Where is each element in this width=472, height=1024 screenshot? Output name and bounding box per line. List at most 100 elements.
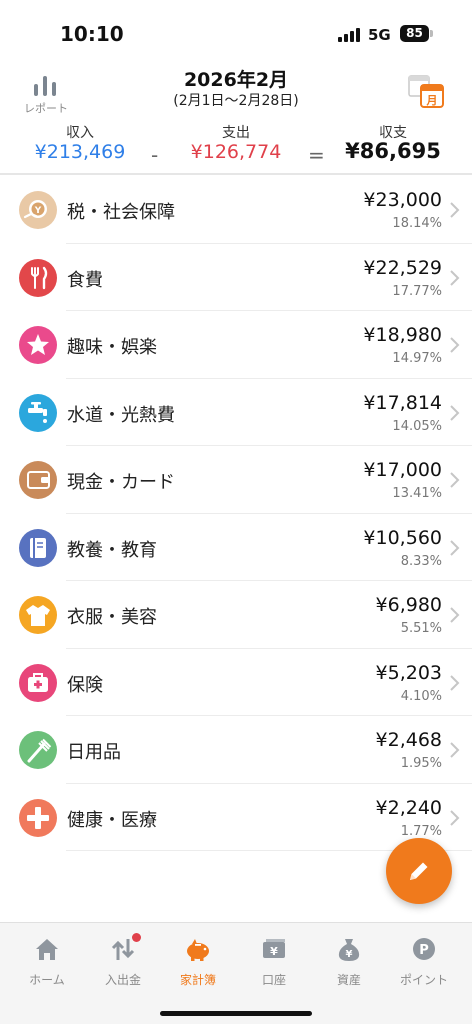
chevron-right-icon xyxy=(450,202,460,218)
faucet-icon xyxy=(19,393,57,432)
minus-sign: - xyxy=(151,143,159,167)
report-button[interactable]: レポート xyxy=(20,70,72,116)
report-label: レポート xyxy=(24,102,68,115)
chevron-right-icon xyxy=(450,337,460,353)
category-amount: ¥23,000 xyxy=(363,189,442,211)
tab-arrows-updown[interactable]: 入出金 xyxy=(85,931,161,991)
tab-point[interactable]: P ポイント xyxy=(386,931,462,991)
category-row[interactable]: 水道・光熱費 ¥17,814 14.05% xyxy=(0,379,472,447)
tab-bar: ホーム 入出金 家計簿 ¥ 口座 ¥ 資産 P ポイント xyxy=(0,922,472,1024)
category-percent: 13.41% xyxy=(392,486,442,501)
summary-divider xyxy=(0,173,472,175)
category-name: 現金・カード xyxy=(67,472,175,493)
category-row[interactable]: 現金・カード ¥17,000 13.41% xyxy=(0,446,472,514)
chevron-right-icon xyxy=(450,404,460,421)
month-title: 2026年2月 xyxy=(183,69,289,91)
tab-icon-point: P xyxy=(419,943,429,958)
tab-piggy-bank[interactable]: 家計簿 xyxy=(160,931,236,991)
category-amount: ¥6,980 xyxy=(375,594,442,616)
balance-value: ¥86,695 xyxy=(345,139,441,163)
category-row[interactable]: 衣服・美容 ¥6,980 5.51% xyxy=(0,581,472,649)
category-row[interactable]: 日用品 ¥2,468 1.95% xyxy=(0,716,472,784)
category-percent: 1.77% xyxy=(400,823,442,839)
category-name: 保険 xyxy=(67,674,103,696)
battery-tip xyxy=(430,30,433,37)
home-indicator xyxy=(160,1011,312,1016)
category-list: Y 税・社会保障 ¥23,000 18.14% 食費 ¥22,529 17.77% 趣味・娯楽… xyxy=(0,176,472,851)
network-type: 5G xyxy=(368,26,391,44)
coin-hand-icon: Y xyxy=(19,191,57,229)
tab-money-bag[interactable]: ¥ 資産 xyxy=(311,931,387,991)
date-range: (2月1日〜2月28日) xyxy=(173,93,299,109)
tab-label: 家計簿 xyxy=(179,973,216,987)
category-name: 衣服・美容 xyxy=(67,607,157,628)
category-name: 日用品 xyxy=(67,742,121,763)
expense-value: ¥126,774 xyxy=(190,141,282,163)
category-amount: ¥5,203 xyxy=(375,661,442,684)
calendar-button[interactable]: 月 xyxy=(407,73,445,109)
battery-icon: 85 xyxy=(400,25,429,42)
category-row[interactable]: 保険 ¥5,203 4.10% xyxy=(0,649,472,717)
category-row[interactable]: 健康・医療 ¥2,240 1.77% xyxy=(0,784,472,852)
plus-cross-icon xyxy=(19,798,57,837)
status-bar: 10:10 5G 85 xyxy=(0,0,472,60)
bar-chart-icon xyxy=(34,74,58,96)
category-amount: ¥2,468 xyxy=(375,729,442,751)
chevron-right-icon xyxy=(450,742,460,758)
category-name: 食費 xyxy=(67,269,103,291)
chevron-right-icon xyxy=(450,472,460,488)
category-percent: 17.77% xyxy=(392,283,442,299)
tshirt-icon xyxy=(19,596,57,634)
fork-knife-icon xyxy=(19,258,57,297)
bank-card-icon: ¥ xyxy=(263,939,285,958)
add-entry-button[interactable] xyxy=(386,838,452,904)
money-bag-icon: ¥ xyxy=(338,939,360,961)
chevron-right-icon xyxy=(450,539,460,556)
chevron-right-icon xyxy=(450,607,460,623)
category-amount: ¥10,560 xyxy=(363,526,442,549)
category-percent: 5.51% xyxy=(400,621,442,636)
toothbrush-icon xyxy=(19,731,57,769)
tab-label: 資産 xyxy=(336,973,361,987)
category-row[interactable]: 教養・教育 ¥10,560 8.33% xyxy=(0,514,472,582)
calendar-icon-text: 月 xyxy=(426,94,438,107)
signal-icon xyxy=(338,27,360,42)
book-icon xyxy=(19,528,57,567)
chevron-right-icon xyxy=(450,674,460,691)
medical-bag-icon xyxy=(19,663,57,702)
tab-home[interactable]: ホーム xyxy=(9,931,85,991)
category-amount: ¥18,980 xyxy=(363,324,442,346)
tab-icon-yen: ¥ xyxy=(346,949,353,960)
category-name: 趣味・娯楽 xyxy=(67,337,157,358)
category-amount: ¥2,240 xyxy=(375,796,442,819)
income-value: ¥213,469 xyxy=(34,141,126,163)
tab-label: ポイント xyxy=(399,973,448,987)
tab-label: 入出金 xyxy=(104,973,141,987)
calendar-icon: 月 xyxy=(408,75,444,108)
category-amount: ¥17,000 xyxy=(363,459,442,481)
category-row[interactable]: 趣味・娯楽 ¥18,980 14.97% xyxy=(0,311,472,379)
tab-label: ホーム xyxy=(29,973,65,987)
category-row[interactable]: Y 税・社会保障 ¥23,000 18.14% xyxy=(0,176,472,244)
category-name: 健康・医療 xyxy=(67,809,157,831)
home-icon xyxy=(36,939,58,960)
category-row[interactable]: 食費 ¥22,529 17.77% xyxy=(0,244,472,312)
chevron-right-icon xyxy=(450,809,460,826)
category-name: 税・社会保障 xyxy=(67,202,175,223)
chevron-right-icon xyxy=(450,269,460,286)
piggy-bank-icon xyxy=(187,939,209,961)
tab-label: 口座 xyxy=(261,973,286,987)
category-amount: ¥22,529 xyxy=(363,256,442,279)
category-percent: 4.10% xyxy=(400,688,442,704)
star-icon xyxy=(19,326,57,364)
notification-badge xyxy=(132,933,141,942)
category-percent: 14.97% xyxy=(392,351,442,366)
category-name: 教養・教育 xyxy=(67,539,157,561)
wallet-icon xyxy=(19,461,57,499)
point-icon: P xyxy=(413,938,435,960)
category-percent: 18.14% xyxy=(392,216,442,231)
tab-icon-yen: ¥ xyxy=(270,945,278,958)
category-percent: 14.05% xyxy=(392,418,442,434)
category-amount: ¥17,814 xyxy=(363,391,442,414)
tab-bank-card[interactable]: ¥ 口座 xyxy=(236,931,312,991)
